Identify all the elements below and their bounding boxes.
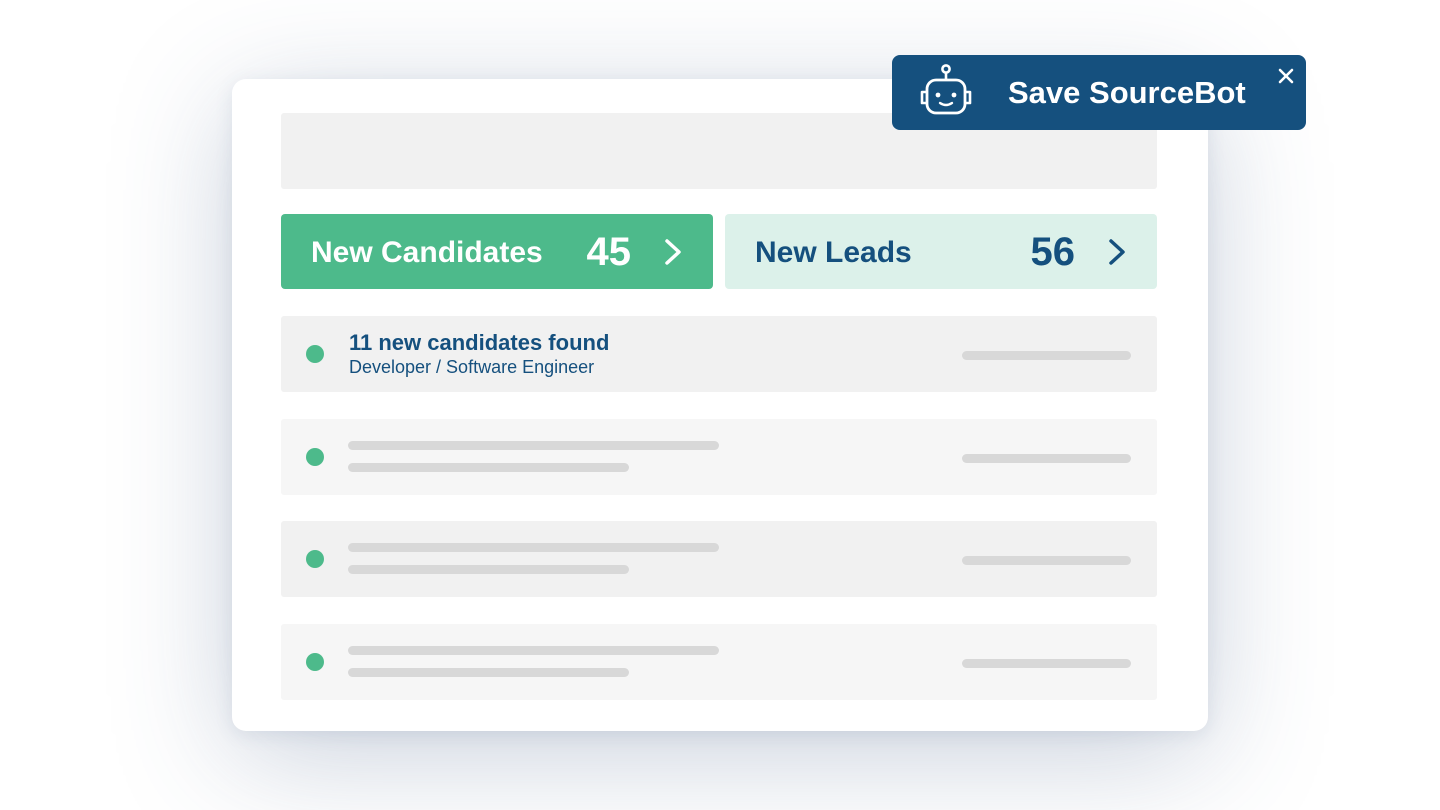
toast-title: Save SourceBot [1008, 75, 1246, 110]
robot-icon [918, 64, 974, 118]
new-candidates-count: 45 [586, 230, 632, 274]
skeleton-bar [348, 668, 629, 677]
skeleton-bar [962, 454, 1131, 463]
list-item-subtitle: Developer / Software Engineer [349, 357, 595, 377]
status-dot [306, 345, 324, 363]
list-item[interactable] [281, 624, 1157, 700]
chevron-right-icon [661, 238, 685, 266]
skeleton-bar [348, 565, 629, 574]
new-candidates-label: New Candidates [311, 236, 543, 269]
skeleton-bar [348, 463, 629, 472]
save-sourcebot-toast[interactable]: Save SourceBot [892, 55, 1306, 130]
list-item[interactable] [281, 521, 1157, 597]
skeleton-bar [348, 646, 719, 655]
list-item[interactable]: 11 new candidates found Developer / Soft… [281, 316, 1157, 392]
skeleton-bar [962, 351, 1131, 360]
list-item[interactable] [281, 419, 1157, 495]
dashboard-card: New Candidates 45 New Leads 56 11 new ca… [232, 79, 1208, 731]
list-item-title: 11 new candidates found [349, 330, 610, 355]
status-dot [306, 550, 324, 568]
skeleton-bar [962, 659, 1131, 668]
chevron-right-icon [1105, 238, 1129, 266]
new-leads-label: New Leads [755, 236, 912, 269]
skeleton-bar [348, 543, 719, 552]
status-dot [306, 653, 324, 671]
skeleton-bar [962, 556, 1131, 565]
new-candidates-button[interactable]: New Candidates 45 [281, 214, 713, 289]
status-dot [306, 448, 324, 466]
skeleton-bar [348, 441, 719, 450]
new-leads-count: 56 [1030, 230, 1076, 274]
close-icon[interactable] [1276, 66, 1296, 86]
new-leads-button[interactable]: New Leads 56 [725, 214, 1157, 289]
